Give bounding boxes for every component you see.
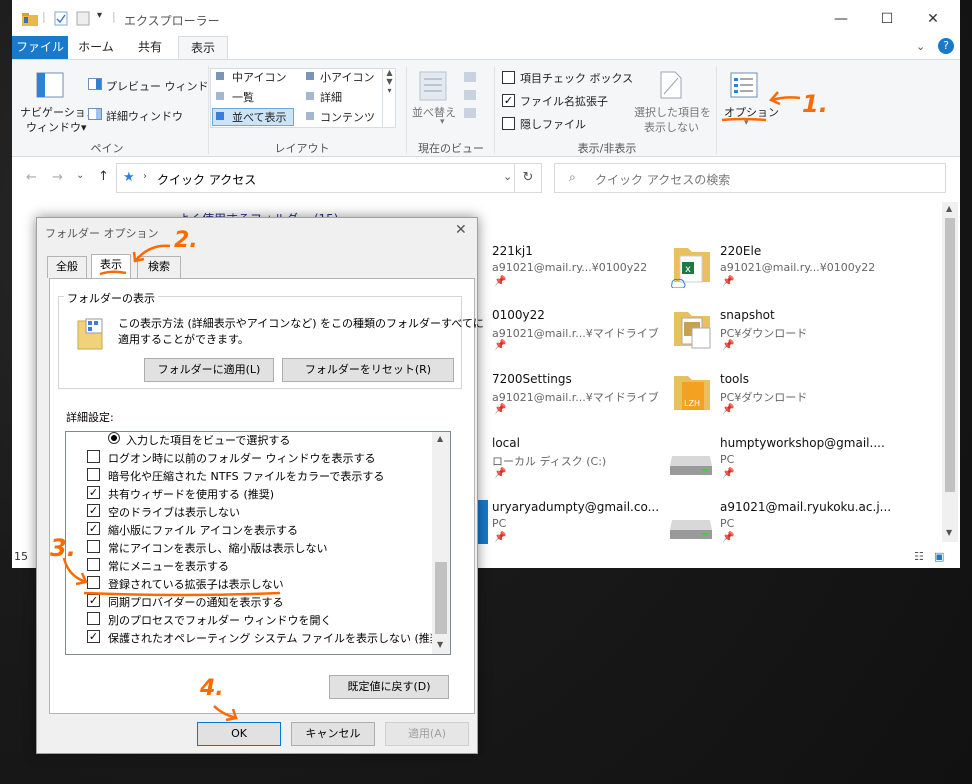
annotation-underline-2 [99,270,127,276]
annotation-underline-3 [83,591,281,597]
annotation-arrow-2 [132,244,171,263]
annotation-label-1: 1. [802,90,828,118]
annotation-underline-1 [721,117,767,122]
annotation-label-2: 2. [174,228,198,253]
annotation-arrow-4 [213,705,238,722]
annotation-label-4: 4. [200,676,224,701]
annotation-label-3: 3. [50,534,76,562]
annotation-arrow-1 [768,91,801,106]
